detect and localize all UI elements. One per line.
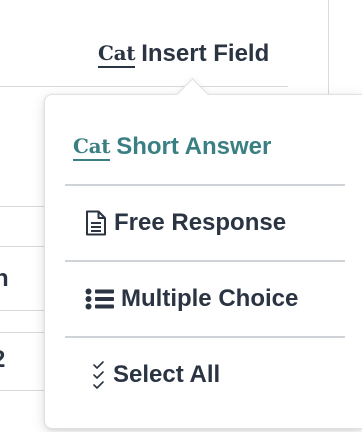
background-row-line <box>0 332 44 333</box>
background-cell-text: n <box>0 265 9 292</box>
menu-item-free-response[interactable]: Free Response <box>45 185 362 261</box>
menu-item-select-all[interactable]: Select All <box>45 337 362 413</box>
menu-item-multiple-choice[interactable]: Multiple Choice <box>45 261 362 337</box>
background-row-line <box>0 246 44 247</box>
bulleted-list-icon <box>85 288 115 310</box>
cat-badge-icon: Cat <box>73 134 111 161</box>
background-column-divider <box>328 0 329 96</box>
menu-item-label: Select All <box>113 361 221 388</box>
cat-badge-icon: Cat <box>98 41 136 68</box>
background-cell-text: 2 <box>0 348 5 372</box>
insert-field-label: Insert Field <box>141 40 270 67</box>
insert-field-button[interactable]: Cat Insert Field <box>98 36 269 72</box>
popover-caret <box>176 78 209 111</box>
editor-canvas: n 2 Cat Insert Field Cat Short Answer <box>0 0 362 432</box>
insert-field-menu: Cat Short Answer Free Response Multiple … <box>44 78 362 429</box>
menu-item-short-answer[interactable]: Cat Short Answer <box>45 109 362 185</box>
background-row-line <box>0 206 44 207</box>
background-row-line <box>0 310 44 311</box>
checklist-icon <box>91 360 107 390</box>
background-row-line <box>0 86 288 87</box>
document-icon <box>85 210 107 236</box>
menu-item-label: Short Answer <box>116 133 272 160</box>
menu-item-label: Multiple Choice <box>121 285 299 312</box>
background-row-line <box>0 390 44 391</box>
menu-item-label: Free Response <box>114 209 287 236</box>
